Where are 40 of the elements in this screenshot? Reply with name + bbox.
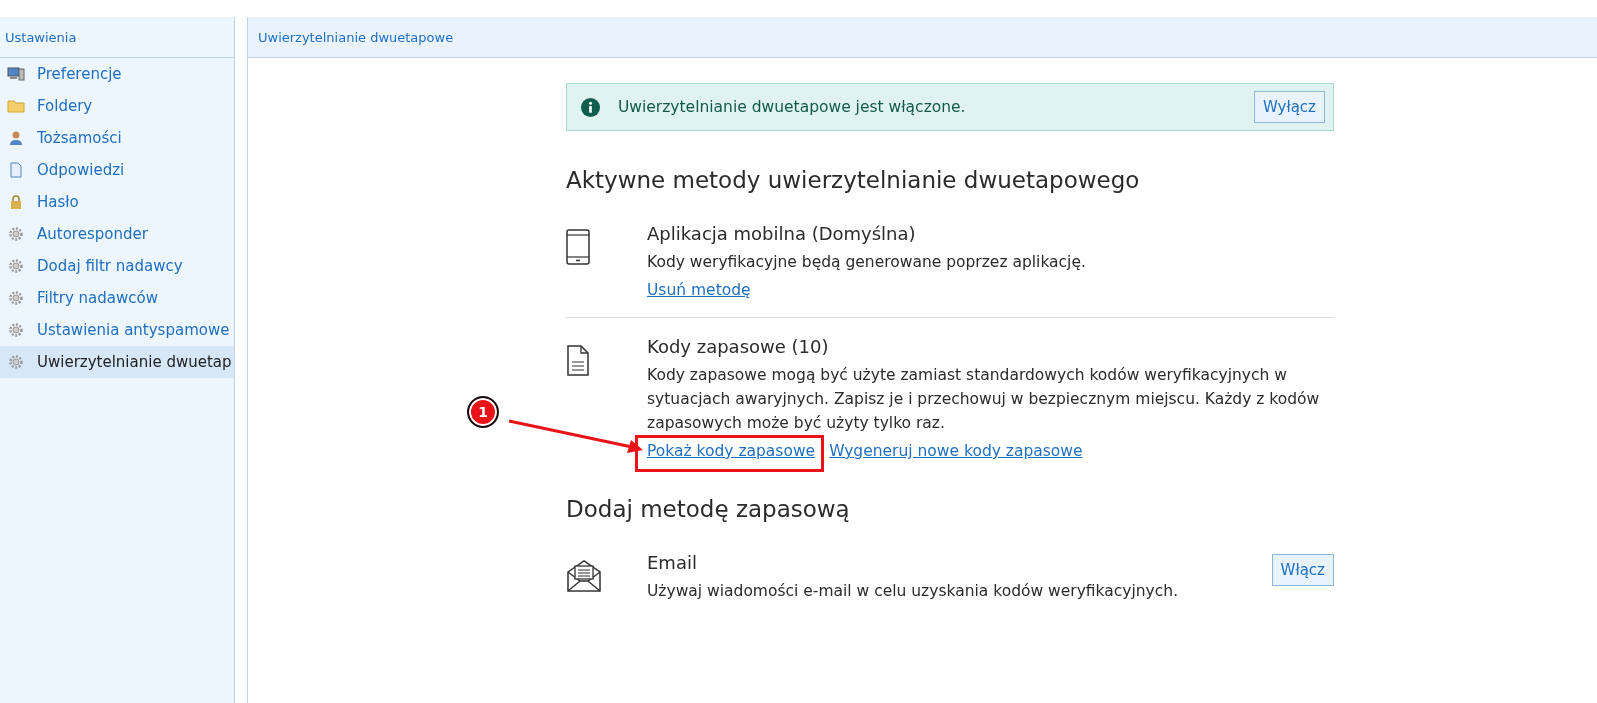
gear-icon bbox=[7, 322, 25, 338]
disable-button[interactable]: Wyłącz bbox=[1253, 91, 1325, 123]
callout-badge: 1 bbox=[467, 396, 499, 428]
gear-icon bbox=[7, 226, 25, 242]
sidebar-item[interactable]: Tożsamości bbox=[0, 122, 234, 154]
panel-title: Uwierzytelnianie dwuetapowe bbox=[258, 30, 454, 45]
enable-button[interactable]: Włącz bbox=[1271, 554, 1334, 586]
sidebar-item[interactable]: Odpowiedzi bbox=[0, 154, 234, 186]
sidebar-item[interactable]: Filtry nadawców bbox=[0, 282, 234, 314]
sidebar-item[interactable]: Preferencje bbox=[0, 58, 234, 90]
section-heading: Dodaj metodę zapasową bbox=[566, 496, 851, 522]
sidebar-item[interactable]: Autoresponder bbox=[0, 218, 234, 250]
gear-icon bbox=[7, 290, 25, 306]
info-icon bbox=[581, 97, 600, 117]
sidebar-item[interactable]: Uwierzytelnianie dwuetap bbox=[0, 346, 234, 378]
section-heading: Aktywne metody uwierzytelnianie dwuetapowego bbox=[566, 167, 1141, 193]
notice-text: Uwierzytelnianie dwuetapowe jest włączone. bbox=[618, 98, 967, 116]
sidebar-item[interactable]: Foldery bbox=[0, 90, 234, 122]
sidebar-item[interactable]: Ustawienia antyspamowe bbox=[0, 314, 234, 346]
method-title: Email bbox=[647, 552, 698, 573]
method-title: Aplikacja mobilna (Domyślna) bbox=[647, 223, 917, 244]
method-description: Kody weryfikacyjne będą generowane poprzez aplikację. bbox=[647, 252, 1087, 273]
document-icon bbox=[7, 162, 25, 178]
phone-icon bbox=[566, 229, 590, 265]
method-link[interactable]: Wygeneruj nowe kody zapasowe bbox=[829, 442, 1083, 460]
method-description: Kody zapasowe mogą być użyte zamiast standardowych kodów weryfikacyjnych w sytuacjach awaryjnych. Zapisz je i przechowuj w bezpiecznym miejscu. Każdy z kodów zapasowych może być użyty tylko raz. bbox=[647, 365, 1321, 434]
envelope-icon bbox=[566, 558, 602, 594]
method-description: Używaj wiadomości e-mail w celu uzyskania kodów weryfikacyjnych. bbox=[647, 581, 1180, 602]
method-link[interactable]: Pokaż kody zapasowe bbox=[635, 435, 825, 472]
sidebar-item[interactable]: Hasło bbox=[0, 186, 234, 218]
sidebar-title: Ustawienia bbox=[0, 17, 234, 58]
computer-icon bbox=[7, 66, 25, 82]
gear-icon bbox=[7, 354, 25, 370]
person-icon bbox=[7, 130, 25, 146]
document-icon bbox=[566, 342, 590, 378]
method-title: Kody zapasowe (10) bbox=[647, 336, 830, 357]
sidebar-item[interactable]: Dodaj filtr nadawcy bbox=[0, 250, 234, 282]
folder-icon bbox=[7, 98, 25, 114]
gear-icon bbox=[7, 258, 25, 274]
method-link[interactable]: Usuń metodę bbox=[647, 281, 751, 299]
